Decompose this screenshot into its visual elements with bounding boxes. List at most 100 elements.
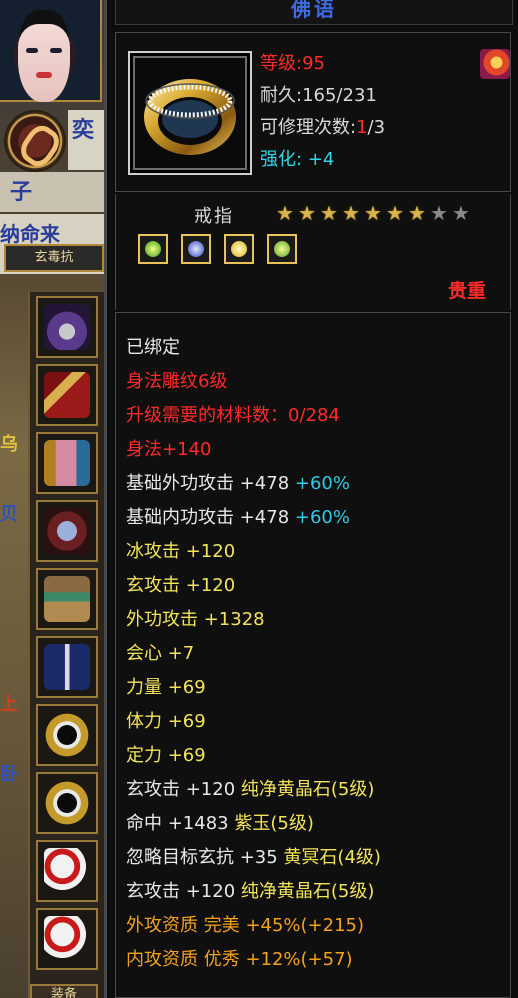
- amulet-slot[interactable]: [36, 296, 98, 358]
- level-line: 等级:95: [260, 53, 325, 75]
- equipment-slot-column: [28, 292, 108, 998]
- gem-name: 紫玉(5级): [234, 813, 314, 834]
- ice-attack: 冰攻击 +120: [126, 541, 236, 562]
- star-icon: ★: [408, 201, 426, 225]
- item-tooltip: 佛语 等级:95 耐久:165/231 可修理次数:1/3 强化: +4 戒指 …: [104, 0, 518, 998]
- map-text: 纳命来: [0, 222, 60, 246]
- gem-bonus-line: 玄攻击 +120 纯净黄晶石(5级): [126, 875, 374, 909]
- green-gem-icon[interactable]: [138, 234, 168, 264]
- star-icon: ★: [298, 201, 316, 225]
- attr-text: 玄攻击 +120: [126, 779, 241, 800]
- left-panel: 奕 子 纳命来 玄毒抗 乌 贝 上 卧 装备: [0, 0, 108, 998]
- item-grade: 贵重: [447, 280, 486, 302]
- side-mark: 卧: [0, 764, 18, 785]
- bracer-icon: [44, 440, 90, 486]
- ring-slot[interactable]: [36, 772, 98, 834]
- scroll-slot[interactable]: [36, 364, 98, 426]
- blue-gem-icon[interactable]: [181, 234, 212, 264]
- portrait-lips: [36, 72, 52, 78]
- external-aptitude: 外攻资质 完美 +45%(+215): [126, 915, 365, 936]
- base-external-attack: 基础外功攻击 +478 +60%: [126, 467, 350, 501]
- ring-slot[interactable]: [36, 704, 98, 766]
- external-attack: 外功攻击 +1328: [126, 609, 265, 630]
- enhance-line: 强化: +4: [260, 149, 334, 171]
- ring-icon: [44, 780, 90, 826]
- gem-sockets: [138, 234, 305, 264]
- enhance-value: +4: [307, 149, 335, 170]
- attr-percent: +60%: [294, 507, 350, 528]
- green-gem-icon[interactable]: [267, 234, 298, 264]
- side-mark: 乌: [0, 434, 18, 455]
- charm-icon: [44, 916, 90, 962]
- boots-slot[interactable]: [36, 636, 98, 698]
- star-empty-icon: ★: [430, 201, 448, 225]
- gem-name: 纯净黄晶石(5级): [240, 881, 375, 902]
- upgrade-materials: 升级需要的材料数：0/284: [126, 405, 340, 426]
- gem-bonus-line: 命中 +1483 紫玉(5级): [126, 807, 314, 841]
- attr-text: 基础内功攻击 +478: [126, 507, 295, 528]
- base-internal-attack: 基础内功攻击 +478 +60%: [126, 501, 350, 535]
- portrait-eye: [26, 48, 38, 53]
- character-portrait[interactable]: [0, 0, 102, 102]
- resistance-tag: 玄毒抗: [4, 244, 104, 272]
- ring-icon: [144, 79, 236, 155]
- durability-value: 165/231: [302, 85, 377, 106]
- bound-status: 已绑定: [126, 337, 180, 358]
- star-icon: ★: [364, 201, 382, 225]
- strength: 力量 +69: [126, 677, 206, 698]
- gem-name: 黄冥石(4级): [283, 847, 381, 868]
- charm-slot[interactable]: [36, 840, 98, 902]
- ring-icon: [44, 712, 90, 758]
- yellow-gem-icon[interactable]: [224, 234, 255, 264]
- item-type: 戒指: [194, 206, 234, 227]
- enhance-label: 强化: [260, 149, 296, 170]
- critical: 会心 +7: [126, 643, 195, 664]
- belt-icon: [44, 576, 90, 622]
- repair-line: 可修理次数:1/3: [260, 117, 385, 139]
- star-empty-icon: ★: [452, 201, 470, 225]
- side-mark: 上: [0, 694, 18, 715]
- gem-name: 纯净黄晶石(5级): [240, 779, 375, 800]
- mystic-attack: 玄攻击 +120: [126, 575, 236, 596]
- charm-slot[interactable]: [36, 908, 98, 970]
- durability-label: 耐久: [260, 85, 296, 106]
- portrait-eye: [50, 48, 62, 53]
- focus: 定力 +69: [126, 745, 206, 766]
- attr-text: 基础外功攻击 +478: [126, 473, 295, 494]
- side-mark: 贝: [0, 504, 18, 525]
- repair-total: /3: [367, 117, 386, 138]
- agility-bonus: 身法+140: [126, 439, 212, 460]
- level-label: 等级: [260, 53, 296, 74]
- item-source-badge-icon[interactable]: [480, 49, 510, 79]
- attr-text: 玄攻击 +120: [126, 881, 241, 902]
- item-header: 等级:95 耐久:165/231 可修理次数:1/3 强化: +4: [115, 32, 511, 192]
- star-icon: ★: [320, 201, 338, 225]
- attr-text: 忽略目标玄抗 +35: [126, 847, 284, 868]
- amulet-icon: [44, 304, 90, 350]
- internal-aptitude: 内攻资质 优秀 +12%(+57): [126, 949, 353, 970]
- map-text: 奕: [72, 117, 95, 143]
- equipment-tab[interactable]: 装备: [30, 984, 98, 998]
- item-name: 佛语: [291, 0, 337, 21]
- item-type-row: 戒指 ★ ★ ★ ★ ★ ★ ★ ★ ★ 贵重: [115, 194, 511, 310]
- engraving-level: 身法雕纹6级: [126, 371, 228, 392]
- star-icon: ★: [276, 201, 294, 225]
- attr-text: 命中 +1483: [126, 813, 235, 834]
- enhance-separator: :: [296, 149, 308, 170]
- repair-current: 1: [356, 117, 368, 138]
- skill-round-button[interactable]: [6, 112, 64, 170]
- attr-percent: +60%: [294, 473, 350, 494]
- durability-line: 耐久:165/231: [260, 85, 377, 107]
- repair-label: 可修理次数: [260, 117, 350, 138]
- gauntlet-slot[interactable]: [36, 500, 98, 562]
- charm-icon: [44, 848, 90, 894]
- belt-slot[interactable]: [36, 568, 98, 630]
- boots-icon: [44, 644, 90, 690]
- bracer-slot[interactable]: [36, 432, 98, 494]
- star-icon: ★: [386, 201, 404, 225]
- gem-bonus-line: 忽略目标玄抗 +35 黄冥石(4级): [126, 841, 381, 875]
- tooltip-title-bar: 佛语: [115, 0, 513, 25]
- star-rating: ★ ★ ★ ★ ★ ★ ★ ★ ★: [274, 202, 472, 224]
- star-icon: ★: [342, 201, 360, 225]
- map-text: 子: [10, 179, 33, 205]
